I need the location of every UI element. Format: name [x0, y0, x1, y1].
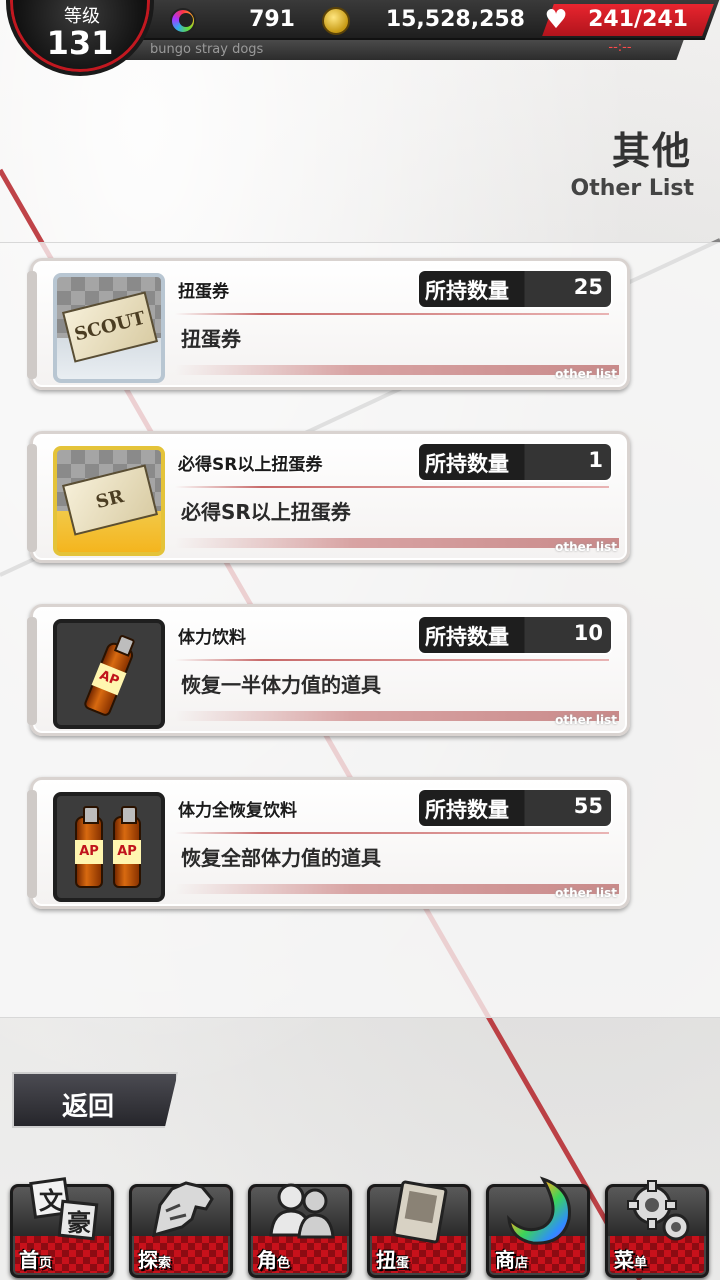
list-item[interactable]: SCOUT 扭蛋券 所持数量 25 扭蛋券 other list	[27, 258, 630, 390]
bottle-graphic	[113, 806, 141, 888]
nav-label: 首页	[19, 1248, 53, 1272]
list-item[interactable]: 体力饮料 所持数量 10 恢复一半体力值的道具 other list	[27, 604, 630, 736]
page-title: 其他	[611, 129, 692, 173]
nav-menu[interactable]: 菜单	[605, 1180, 709, 1278]
ap-drink-icon	[53, 619, 165, 729]
separator	[175, 486, 609, 488]
item-description: 扭蛋券	[181, 327, 241, 351]
quantity-box: 所持数量 1	[419, 444, 611, 480]
item-description: 恢复一半体力值的道具	[181, 673, 381, 697]
stone-count: 791	[249, 7, 295, 32]
item-tag: other list	[555, 367, 617, 381]
character-icon	[269, 1183, 335, 1239]
item-name: 体力全恢复饮料	[178, 801, 297, 821]
coin-icon	[322, 7, 350, 35]
ap-drink-double-icon	[53, 792, 165, 902]
page-subtitle: Other List	[570, 176, 694, 201]
item-footer-stripe	[175, 538, 619, 548]
quantity-label: 所持数量	[425, 452, 509, 476]
quantity-box: 所持数量 25	[419, 271, 611, 307]
separator	[175, 313, 609, 315]
ap-timer: --:--	[608, 40, 632, 55]
item-tag: other list	[555, 540, 617, 554]
quantity-box: 所持数量 10	[419, 617, 611, 653]
nav-label: 菜单	[614, 1248, 648, 1272]
quantity-value: 10	[573, 621, 603, 645]
item-description: 必得SR以上扭蛋券	[181, 500, 351, 524]
ap-heart-icon: ♥	[544, 5, 568, 35]
bottle-graphic	[75, 806, 103, 888]
coin-count: 15,528,258	[385, 7, 525, 32]
nav-shop[interactable]: 商店	[486, 1176, 590, 1278]
quantity-label: 所持数量	[425, 798, 509, 822]
quantity-label: 所持数量	[425, 279, 509, 303]
list-item[interactable]: SR 必得SR以上扭蛋券 所持数量 1 必得SR以上扭蛋券 other list	[27, 431, 630, 563]
gacha-icon	[392, 1180, 448, 1244]
quantity-box: 所持数量 55	[419, 790, 611, 826]
scout-ticket-icon: SCOUT	[53, 273, 165, 383]
stone-icon	[170, 8, 196, 34]
nav-home[interactable]: 文 豪 首页	[10, 1177, 114, 1278]
item-name: 扭蛋券	[178, 282, 229, 302]
item-tag: other list	[555, 713, 617, 727]
back-button[interactable]: 返回	[12, 1072, 178, 1128]
item-description: 恢复全部体力值的道具	[181, 846, 381, 870]
nav-label: 探索	[138, 1248, 172, 1272]
quantity-value: 25	[573, 275, 603, 299]
explore-icon	[152, 1181, 214, 1238]
level-value: 131	[46, 24, 114, 62]
svg-text:文: 文	[39, 1187, 64, 1215]
quantity-value: 1	[588, 448, 603, 472]
bottom-nav: 文 豪 首页 探索 角色 扭蛋 商店 菜单	[0, 1172, 720, 1280]
ap-count: 241/241	[588, 7, 688, 32]
nav-label: 角色	[257, 1248, 291, 1272]
item-footer-stripe	[175, 711, 619, 721]
nav-label: 扭蛋	[376, 1248, 410, 1272]
nav-gacha[interactable]: 扭蛋	[367, 1180, 471, 1278]
separator	[175, 832, 609, 834]
item-footer-stripe	[175, 884, 619, 894]
quantity-label: 所持数量	[425, 625, 509, 649]
item-name: 体力饮料	[178, 628, 246, 648]
back-label: 返回	[61, 1092, 114, 1122]
home-icon: 文 豪	[29, 1177, 99, 1241]
nav-character[interactable]: 角色	[248, 1183, 352, 1278]
separator	[175, 659, 609, 661]
shop-icon	[507, 1176, 571, 1245]
item-tag: other list	[555, 886, 617, 900]
item-footer-stripe	[175, 365, 619, 375]
status-bar: 等级 131 791 15,528,258 ♥ 241/241 bungo st…	[0, 0, 720, 76]
item-name: 必得SR以上扭蛋券	[178, 455, 323, 475]
quantity-value: 55	[573, 794, 603, 818]
nav-label: 商店	[495, 1248, 529, 1272]
menu-gear-icon	[627, 1180, 690, 1241]
game-subtitle: bungo stray dogs	[150, 42, 264, 57]
sr-ticket-icon: SR	[53, 446, 165, 556]
bottle-graphic	[82, 640, 136, 718]
svg-text:豪: 豪	[67, 1209, 91, 1237]
nav-explore[interactable]: 探索	[129, 1181, 233, 1278]
list-item[interactable]: 体力全恢复饮料 所持数量 55 恢复全部体力值的道具 other list	[27, 777, 630, 909]
